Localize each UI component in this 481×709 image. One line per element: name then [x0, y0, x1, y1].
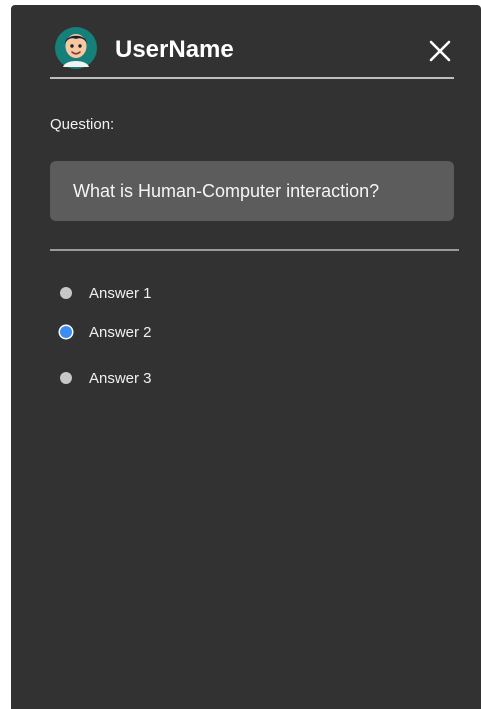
radio-button-3[interactable] — [60, 372, 72, 384]
question-box: What is Human-Computer interaction? — [50, 161, 454, 221]
question-panel: UserName Question: What is Human-Compute… — [11, 5, 481, 709]
user-avatar-icon — [55, 27, 97, 69]
answer-option-1[interactable]: Answer 1 — [60, 282, 152, 304]
answer-label-2: Answer 2 — [89, 323, 152, 341]
panel-header: UserName — [50, 25, 454, 79]
header-divider — [50, 77, 454, 79]
question-label: Question: — [50, 116, 115, 133]
answer-label-1: Answer 1 — [89, 284, 152, 302]
question-text: What is Human-Computer interaction? — [73, 181, 380, 201]
section-divider — [50, 249, 459, 251]
close-icon[interactable] — [428, 39, 452, 63]
answer-label-3: Answer 3 — [89, 369, 152, 387]
username-label: UserName — [115, 36, 234, 63]
radio-button-1[interactable] — [60, 287, 72, 299]
answer-option-2[interactable]: Answer 2 — [60, 321, 152, 343]
radio-button-2[interactable] — [60, 326, 72, 338]
answer-option-3[interactable]: Answer 3 — [60, 367, 152, 389]
